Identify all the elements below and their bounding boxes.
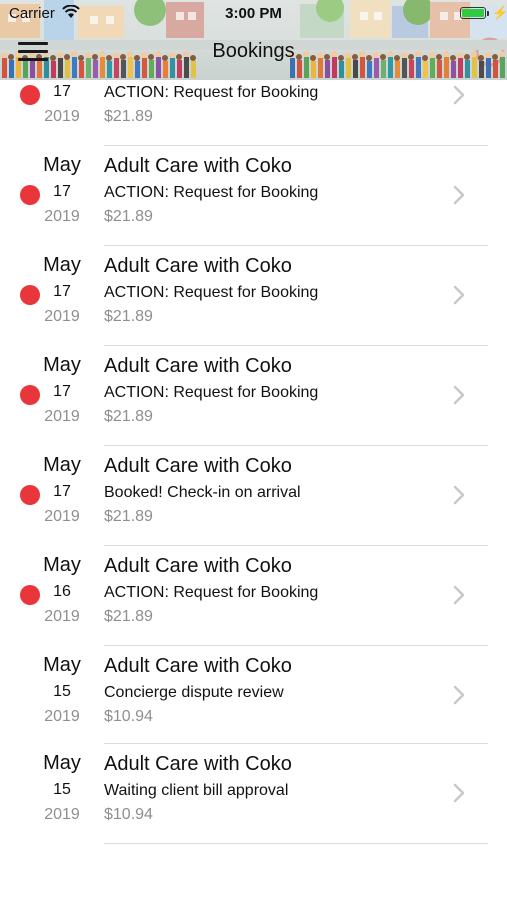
booking-row[interactable]: May 15 2019 Adult Care with Coko Concierge d… xyxy=(0,645,507,744)
clock: 3:00 PM xyxy=(225,5,282,22)
booking-month: May xyxy=(43,354,81,376)
booking-status: ACTION: Request for Booking xyxy=(104,584,319,601)
booking-price: $21.89 xyxy=(104,408,153,425)
booking-status: ACTION: Request for Booking xyxy=(104,184,319,201)
booking-status: Concierge dispute review xyxy=(104,684,284,701)
booking-status: Booked! Check-in on arrival xyxy=(104,484,301,501)
booking-day: 17 xyxy=(53,83,71,100)
charging-icon: ⚡ xyxy=(492,5,507,20)
booking-row[interactable]: May 17 2019 Adult Care with Coko ACTION: Req… xyxy=(0,345,507,446)
booking-row[interactable]: May 17 2019 Adult Care with Coko ACTION: Req… xyxy=(0,245,507,346)
booking-title: Adult Care with Coko xyxy=(104,355,292,377)
booking-status: ACTION: Request for Booking xyxy=(104,284,319,301)
booking-year: 2019 xyxy=(44,308,80,325)
booking-month: May xyxy=(43,254,81,276)
booking-title: Adult Care with Coko xyxy=(104,555,292,577)
booking-month: May xyxy=(43,554,81,576)
chevron-right-icon xyxy=(453,485,465,505)
booking-month: May xyxy=(43,454,81,476)
booking-year: 2019 xyxy=(44,608,80,625)
unread-indicator-dot xyxy=(20,85,40,105)
booking-status: ACTION: Request for Booking xyxy=(104,384,319,401)
booking-title: Adult Care with Coko xyxy=(104,155,292,177)
booking-row[interactable]: 17 2019 ACTION: Request for Booking $21.89 xyxy=(0,45,507,146)
chevron-right-icon xyxy=(453,85,465,105)
booking-day: 15 xyxy=(53,781,71,798)
battery-icon xyxy=(460,7,486,19)
booking-price: $21.89 xyxy=(104,308,153,325)
unread-indicator-dot xyxy=(20,585,40,605)
booking-day: 17 xyxy=(53,383,71,400)
booking-day: 17 xyxy=(53,183,71,200)
booking-status: Waiting client bill approval xyxy=(104,782,289,799)
booking-row[interactable]: May 17 2019 Adult Care with Coko ACTION: Req… xyxy=(0,145,507,246)
chevron-right-icon xyxy=(453,685,465,705)
booking-title: Adult Care with Coko xyxy=(104,255,292,277)
unread-indicator-dot xyxy=(20,185,40,205)
booking-year: 2019 xyxy=(44,708,80,725)
booking-status: ACTION: Request for Booking xyxy=(104,84,319,101)
booking-price: $21.89 xyxy=(104,508,153,525)
booking-year: 2019 xyxy=(44,806,80,823)
chevron-right-icon xyxy=(453,285,465,305)
booking-year: 2019 xyxy=(44,208,80,225)
chevron-right-icon xyxy=(453,783,465,803)
booking-month: May xyxy=(43,154,81,176)
booking-year: 2019 xyxy=(44,508,80,525)
booking-day: 16 xyxy=(53,583,71,600)
unread-indicator-dot xyxy=(20,285,40,305)
booking-row[interactable]: May 17 2019 Adult Care with Coko Booked! Che… xyxy=(0,445,507,546)
booking-month: May xyxy=(43,654,81,676)
booking-day: 17 xyxy=(53,283,71,300)
booking-title: Adult Care with Coko xyxy=(104,455,292,477)
booking-price: $10.94 xyxy=(104,806,153,823)
booking-title: Adult Care with Coko xyxy=(104,655,292,677)
booking-month: May xyxy=(43,752,81,774)
booking-day: 17 xyxy=(53,483,71,500)
battery-tip xyxy=(487,11,489,16)
booking-title: Adult Care with Coko xyxy=(104,753,292,775)
unread-indicator-dot xyxy=(20,485,40,505)
row-separator xyxy=(104,843,488,844)
booking-row[interactable]: May 15 2019 Adult Care with Coko Waiting cli… xyxy=(0,743,507,844)
booking-price: $21.89 xyxy=(104,208,153,225)
booking-price: $10.94 xyxy=(104,708,153,725)
booking-year: 2019 xyxy=(44,108,80,125)
status-bar: Carrier 3:00 PM ⚡ xyxy=(0,0,507,28)
unread-indicator-dot xyxy=(20,385,40,405)
booking-day: 15 xyxy=(53,683,71,700)
booking-row[interactable]: May 16 2019 Adult Care with Coko ACTION: Req… xyxy=(0,545,507,646)
chevron-right-icon xyxy=(453,185,465,205)
chevron-right-icon xyxy=(453,585,465,605)
booking-year: 2019 xyxy=(44,408,80,425)
chevron-right-icon xyxy=(453,385,465,405)
booking-price: $21.89 xyxy=(104,608,153,625)
booking-price: $21.89 xyxy=(104,108,153,125)
